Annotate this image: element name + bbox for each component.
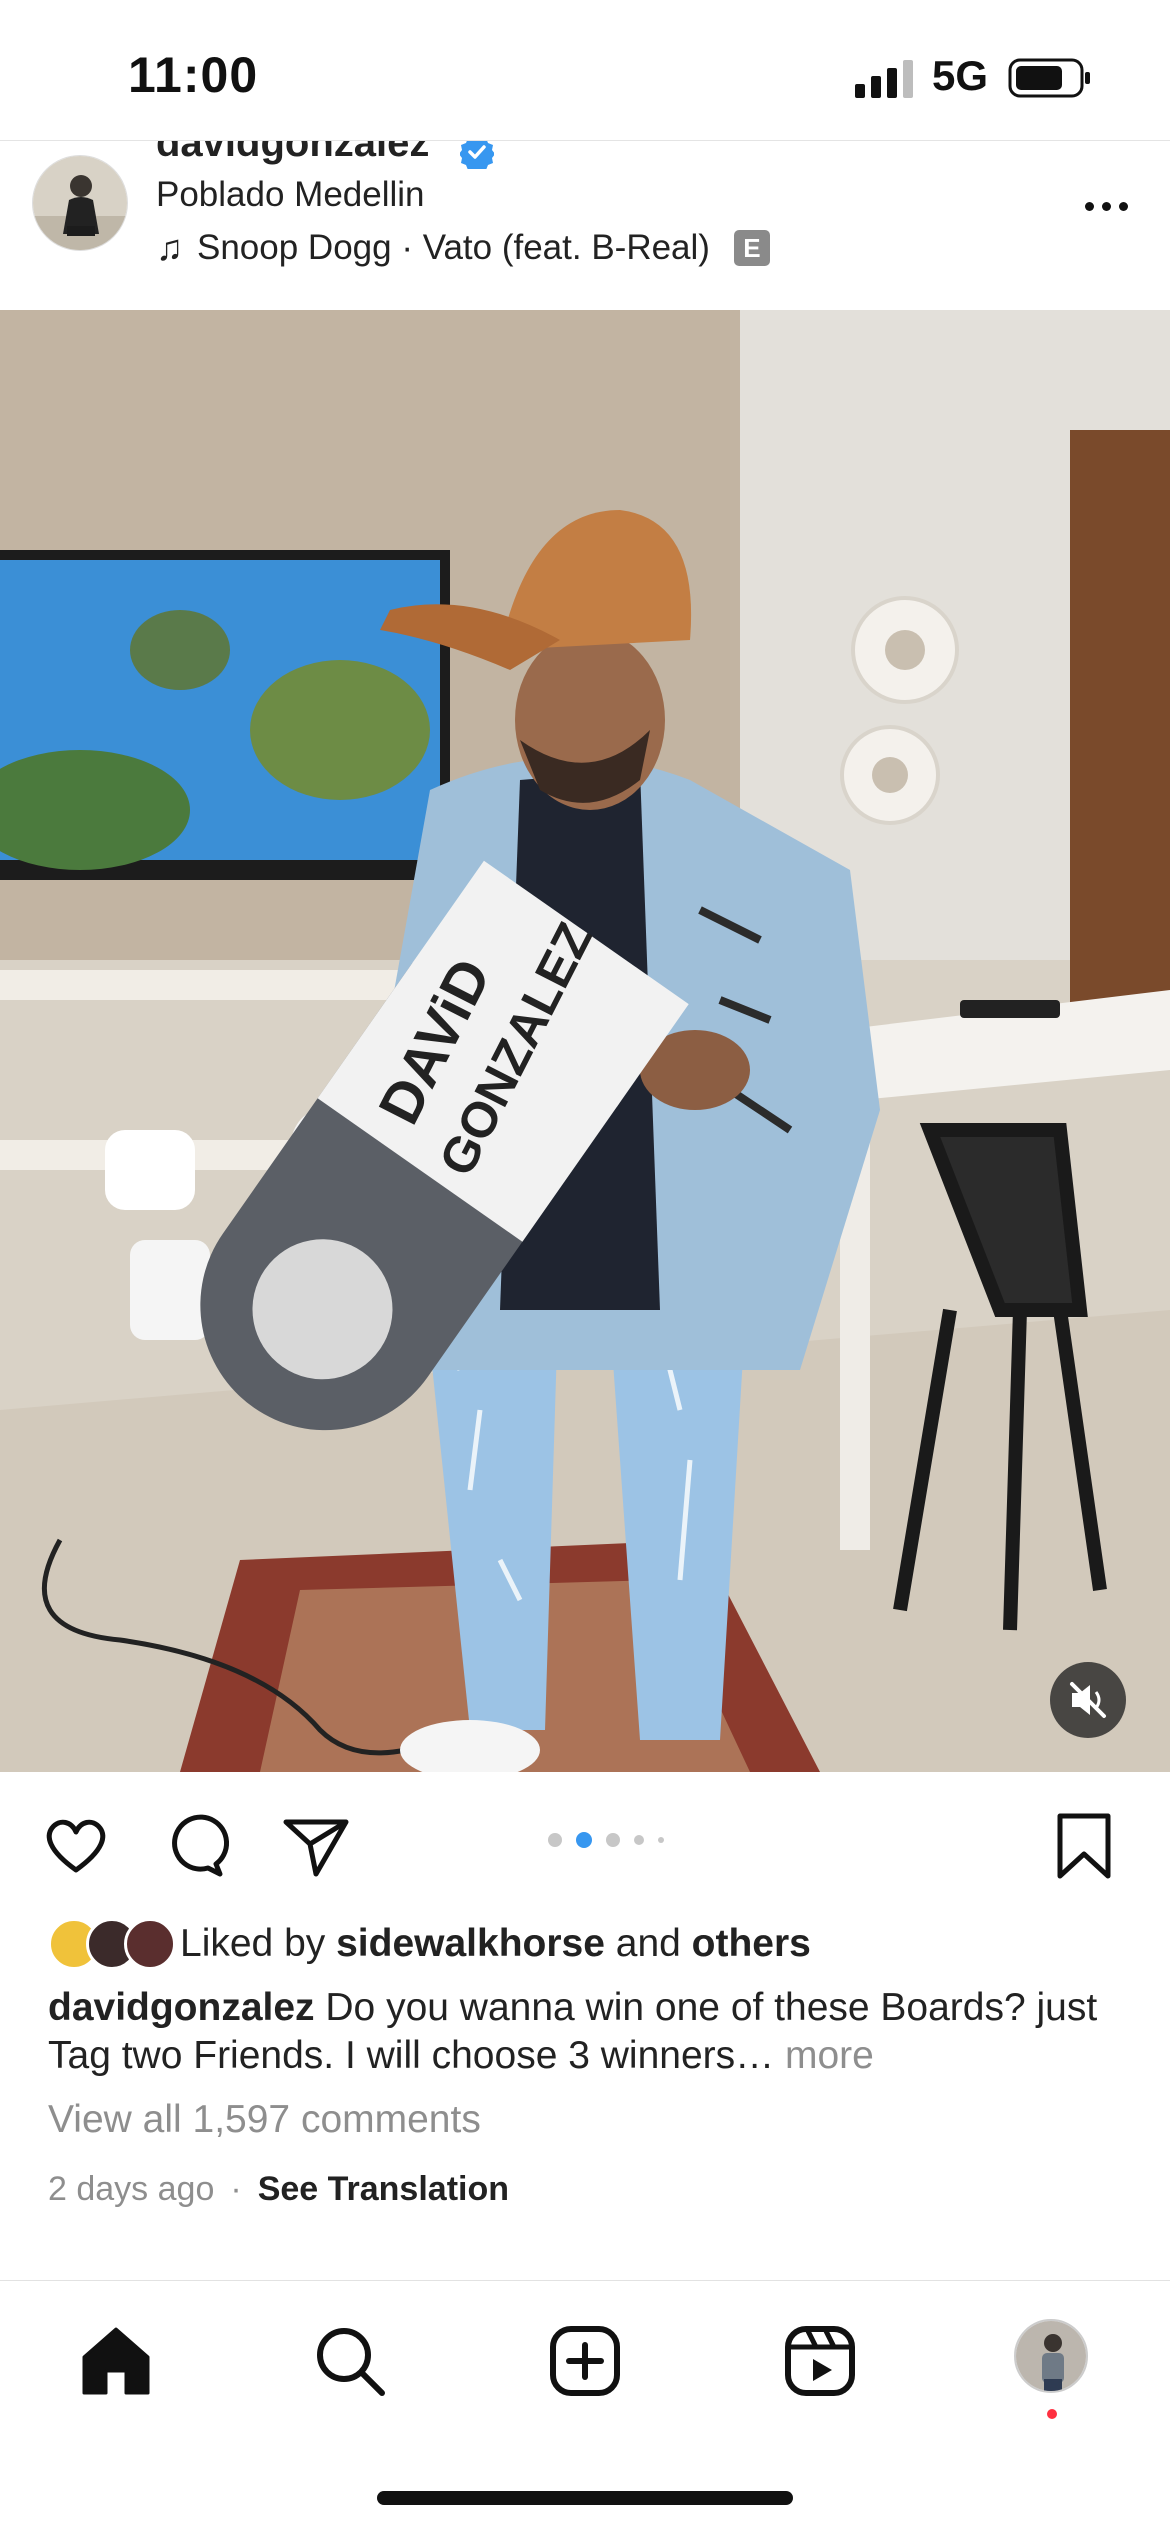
bookmark-icon[interactable]: [1048, 1810, 1120, 1882]
post-media[interactable]: DAViD GONZALEZ: [0, 310, 1170, 1772]
view-all-comments-link[interactable]: View all 1,597 comments: [48, 2098, 481, 2142]
carousel-indicator: [548, 1832, 664, 1848]
create-post-icon[interactable]: [545, 2321, 625, 2401]
music-note-icon: ♫: [156, 227, 183, 268]
battery-icon: [1008, 58, 1090, 98]
see-translation-link[interactable]: See Translation: [258, 2170, 509, 2209]
home-indicator[interactable]: [377, 2491, 793, 2505]
carousel-dot-active: [576, 1832, 592, 1848]
post-location[interactable]: Poblado Medellin: [156, 175, 425, 215]
post-photo: DAViD GONZALEZ: [0, 310, 1170, 1772]
bottom-tab-bar: [0, 2280, 1170, 2532]
share-icon[interactable]: [280, 1810, 352, 1882]
author-username[interactable]: davidgonzalez: [156, 141, 429, 166]
verified-badge-icon: [460, 141, 494, 169]
profile-avatar[interactable]: [1014, 2319, 1088, 2393]
dot: [1118, 201, 1128, 211]
notification-dot: [1047, 2409, 1057, 2419]
meta-separator: ·: [230, 2170, 242, 2208]
post-timestamp: 2 days ago: [48, 2170, 215, 2208]
carousel-dot: [634, 1835, 644, 1845]
likes-joiner: and: [615, 1922, 681, 1965]
liker-avatars: [48, 1918, 176, 1970]
cellular-signal-icon: [855, 60, 913, 98]
likes-prefix: Liked by: [180, 1922, 326, 1965]
carousel-dot: [658, 1837, 664, 1843]
status-bar: 11:00 5G: [0, 0, 1170, 140]
likes-summary[interactable]: Liked by sidewalkhorse and others: [48, 1914, 811, 1974]
more-options-button[interactable]: [1076, 191, 1136, 221]
music-title: Snoop Dogg · Vato (feat. B-Real): [197, 228, 710, 267]
carousel-dot: [606, 1833, 620, 1847]
network-type: 5G: [932, 52, 989, 99]
liker-avatar: [124, 1918, 176, 1970]
carousel-dot: [548, 1833, 562, 1847]
dot: [1101, 201, 1111, 211]
heart-icon[interactable]: [40, 1810, 112, 1882]
post-meta: 2 days ago · See Translation: [48, 2170, 509, 2209]
muted-speaker-icon: [1070, 1682, 1106, 1718]
likes-others[interactable]: others: [692, 1922, 811, 1966]
post-header: davidgonzalez Poblado Medellin ♫ Snoop D…: [0, 140, 1170, 310]
post-caption: davidgonzalez Do you wanna win one of th…: [48, 1984, 1138, 2080]
mute-toggle-button[interactable]: [1050, 1662, 1126, 1738]
caption-more-link[interactable]: more: [785, 2034, 874, 2077]
music-attribution[interactable]: ♫ Snoop Dogg · Vato (feat. B-Real) E: [156, 227, 770, 269]
home-icon[interactable]: [76, 2321, 156, 2401]
explicit-badge: E: [733, 230, 770, 266]
caption-username[interactable]: davidgonzalez: [48, 1986, 315, 2029]
status-time: 11:00: [128, 47, 259, 103]
dot: [1084, 201, 1094, 211]
author-avatar[interactable]: [32, 155, 128, 251]
search-icon[interactable]: [310, 2321, 390, 2401]
comment-icon[interactable]: [160, 1810, 232, 1882]
likes-user[interactable]: sidewalkhorse: [336, 1922, 605, 1966]
reels-icon[interactable]: [780, 2321, 860, 2401]
